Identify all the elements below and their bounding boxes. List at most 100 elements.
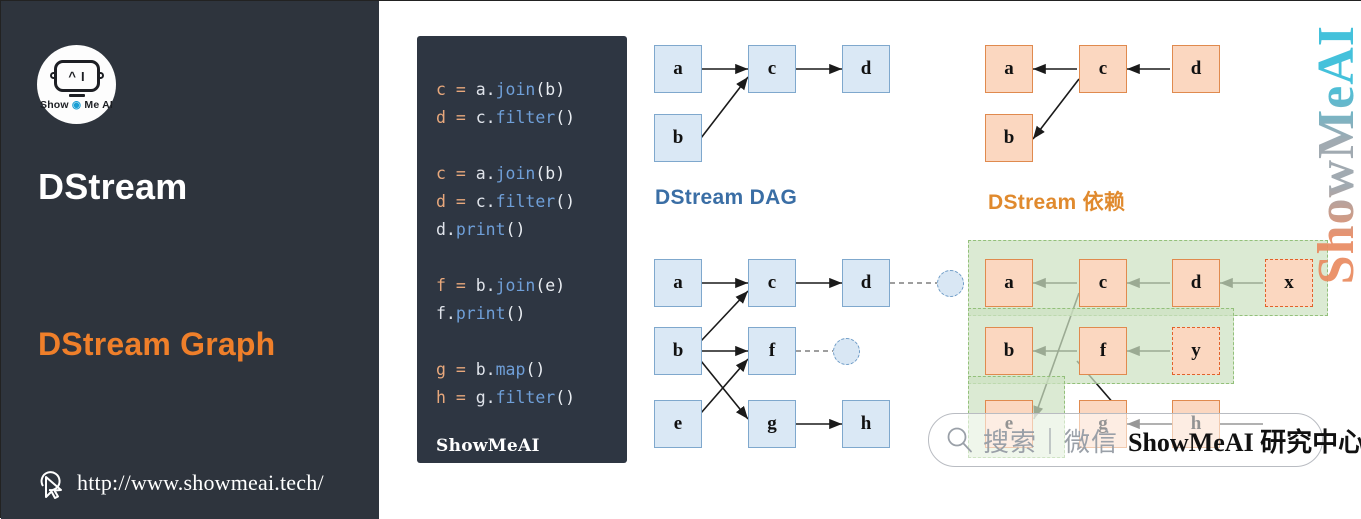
code-operator: = xyxy=(445,276,476,295)
page-title: DStream xyxy=(38,166,188,207)
code-var: c xyxy=(436,80,446,99)
code-var: c xyxy=(436,164,446,183)
dep-node-d: d xyxy=(1172,45,1220,93)
node2-d: d xyxy=(842,259,890,307)
code-line: c = a.join(b) xyxy=(436,160,626,188)
dep-node-c: c xyxy=(1079,45,1127,93)
logo-glyph-i: I xyxy=(80,68,85,84)
code-args: () xyxy=(505,220,526,239)
dep2-node-a: a xyxy=(985,259,1033,307)
node2-a: a xyxy=(654,259,702,307)
search-watermark-brand: ShowMeAI 研究中心 xyxy=(1128,427,1361,457)
code-line: d = c.filter() xyxy=(436,104,626,132)
code-function: print xyxy=(455,304,506,323)
code-function: map xyxy=(495,360,526,379)
code-block: c = a.join(b) d = c.filter() c = a.join(b)… xyxy=(418,37,626,412)
node-b: b xyxy=(654,114,702,162)
cursor-pointer-icon xyxy=(40,471,62,499)
code-var: g xyxy=(436,360,446,379)
code-args: () xyxy=(555,388,576,407)
code-function: join xyxy=(495,164,536,183)
code-card: c = a.join(b) d = c.filter() c = a.join(b)… xyxy=(418,37,626,462)
logo-word-after: Me AI xyxy=(81,99,114,111)
logo-neck xyxy=(68,94,85,97)
code-line: f = b.join(e) xyxy=(436,272,626,300)
code-object: f. xyxy=(436,304,456,323)
footer: http://www.showmeai.tech/ xyxy=(37,466,324,500)
node2-f: f xyxy=(748,327,796,375)
code-object: c. xyxy=(475,108,496,127)
output-circle-f xyxy=(833,338,860,365)
dep2-node-x: x xyxy=(1265,259,1313,307)
dep2-node-d: d xyxy=(1172,259,1220,307)
node2-g: g xyxy=(748,400,796,448)
code-var: d xyxy=(436,192,446,211)
code-object: g. xyxy=(475,388,496,407)
code-operator: = xyxy=(445,164,476,183)
code-object: a. xyxy=(475,164,496,183)
code-card-brand: ShowMeAI xyxy=(436,436,540,456)
node2-e: e xyxy=(654,400,702,448)
code-operator: = xyxy=(445,388,476,407)
code-args: () xyxy=(505,304,526,323)
code-args: (b) xyxy=(535,80,566,99)
code-object: c. xyxy=(475,192,496,211)
code-operator: = xyxy=(445,108,476,127)
dep2-node-f: f xyxy=(1079,327,1127,375)
logo-wordmark: Show ◉ Me AI xyxy=(40,99,113,111)
code-function: print xyxy=(455,220,506,239)
code-line: h = g.filter() xyxy=(436,384,626,412)
search-watermark: 搜索｜微信 ShowMeAI 研究中心 xyxy=(928,413,1361,467)
code-function: join xyxy=(495,80,536,99)
code-line: d.print() xyxy=(436,216,626,244)
code-operator: = xyxy=(445,360,476,379)
code-function: filter xyxy=(495,192,556,211)
showmeai-logo: ^ I Show ◉ Me AI xyxy=(37,45,116,124)
footer-url[interactable]: http://www.showmeai.tech/ xyxy=(77,470,324,496)
slide-root: ^ I Show ◉ Me AI DStream DStream Graph h… xyxy=(0,0,1361,519)
content-area: c = a.join(b) d = c.filter() c = a.join(b)… xyxy=(379,1,1361,519)
code-var: h xyxy=(436,388,446,407)
node-a: a xyxy=(654,45,702,93)
code-object: a. xyxy=(475,80,496,99)
dep2-node-c: c xyxy=(1079,259,1127,307)
logo-word-before: Show xyxy=(39,99,72,111)
logo-glyph-a: ^ xyxy=(68,68,76,84)
dep-node-b: b xyxy=(985,114,1033,162)
search-watermark-cn: 搜索｜微信 xyxy=(983,427,1119,457)
page-subtitle: DStream Graph xyxy=(38,326,276,362)
code-line: c = a.join(b) xyxy=(436,76,626,104)
dag-top-label: DStream DAG xyxy=(655,186,798,209)
node-c: c xyxy=(748,45,796,93)
code-args: () xyxy=(525,360,546,379)
dep2-node-b: b xyxy=(985,327,1033,375)
code-var: d xyxy=(436,108,446,127)
code-args: (e) xyxy=(535,276,566,295)
code-args: (b) xyxy=(535,164,566,183)
node-d: d xyxy=(842,45,890,93)
code-function: filter xyxy=(495,388,556,407)
search-icon xyxy=(947,427,972,453)
code-function: filter xyxy=(495,108,556,127)
code-operator: = xyxy=(445,192,476,211)
dep2-node-y: y xyxy=(1172,327,1220,375)
vertical-watermark: ShowMeAI xyxy=(1307,25,1361,284)
code-object: b. xyxy=(475,276,496,295)
code-operator: = xyxy=(445,80,476,99)
left-title-panel: ^ I Show ◉ Me AI DStream DStream Graph h… xyxy=(1,1,379,519)
code-line: f.print() xyxy=(436,300,626,328)
node2-b: b xyxy=(654,327,702,375)
node2-c: c xyxy=(748,259,796,307)
code-var: f xyxy=(436,276,446,295)
code-function: join xyxy=(495,276,536,295)
code-object: d. xyxy=(436,220,456,239)
logo-word-dot: ◉ xyxy=(71,99,82,111)
dep-node-a: a xyxy=(985,45,1033,93)
code-args: () xyxy=(555,108,576,127)
output-circle-d xyxy=(937,270,964,297)
robot-face-icon: ^ I xyxy=(49,60,104,92)
dep-top-label: DStream 依赖 xyxy=(988,191,1126,214)
